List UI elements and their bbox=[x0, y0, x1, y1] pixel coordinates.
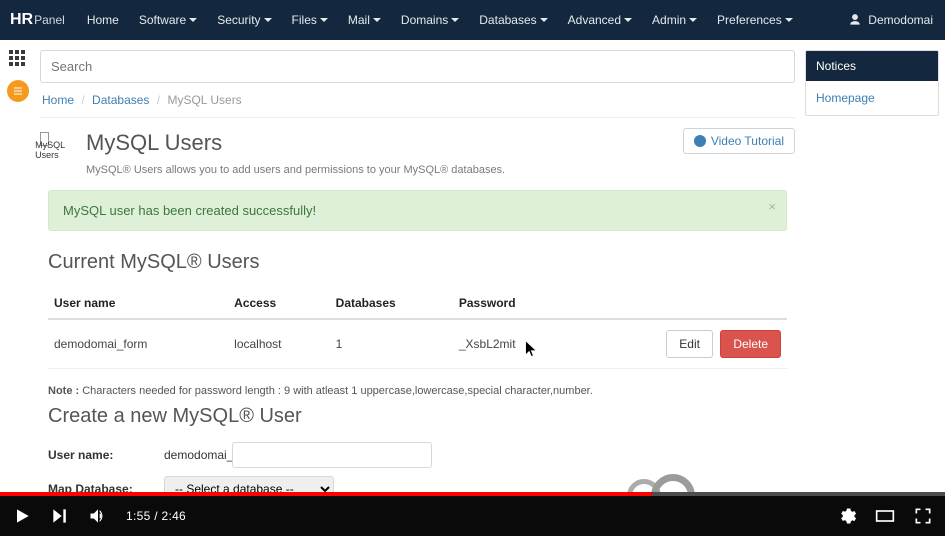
nav-mail[interactable]: Mail bbox=[340, 0, 389, 40]
users-table: User name Access Databases Password demo… bbox=[48, 288, 787, 369]
chevron-down-icon bbox=[264, 18, 272, 22]
nav-advanced[interactable]: Advanced bbox=[560, 0, 640, 40]
nav-security[interactable]: Security bbox=[209, 0, 279, 40]
nav-admin[interactable]: Admin bbox=[644, 0, 705, 40]
col-databases: Databases bbox=[330, 288, 453, 319]
username-prefix: demodomai_ bbox=[164, 448, 233, 462]
breadcrumb-databases[interactable]: Databases bbox=[92, 93, 149, 107]
apps-grid-icon[interactable] bbox=[9, 50, 27, 68]
volume-icon bbox=[88, 506, 108, 526]
edit-button[interactable]: Edit bbox=[666, 330, 713, 358]
map-database-select[interactable]: -- Select a database -- bbox=[164, 476, 334, 492]
col-access: Access bbox=[228, 288, 330, 319]
watermark-logo: Unlimited bbox=[627, 474, 695, 492]
next-button[interactable] bbox=[50, 506, 70, 526]
user-icon bbox=[848, 13, 862, 27]
top-nav: HR Panel Home Software Security Files Ma… bbox=[0, 0, 945, 40]
settings-button[interactable] bbox=[837, 506, 857, 526]
play-button[interactable] bbox=[12, 506, 32, 526]
chevron-down-icon bbox=[785, 18, 793, 22]
fullscreen-icon bbox=[913, 506, 933, 526]
nav-user-name: Demodomai bbox=[868, 13, 933, 27]
cell-username: demodomai_form bbox=[48, 319, 228, 369]
video-controls: 1:55 / 2:46 bbox=[0, 496, 945, 536]
success-alert: MySQL user has been created successfully… bbox=[48, 190, 787, 231]
chevron-down-icon bbox=[451, 18, 459, 22]
theater-icon bbox=[875, 506, 895, 526]
alert-close-icon[interactable]: × bbox=[768, 199, 776, 214]
current-users-heading: Current MySQL® Users bbox=[48, 251, 787, 274]
map-database-label: Map Database: bbox=[48, 482, 164, 492]
play-icon bbox=[12, 506, 32, 526]
next-icon bbox=[50, 506, 70, 526]
breadcrumb-current: MySQL Users bbox=[167, 93, 241, 107]
homepage-link[interactable]: Homepage bbox=[816, 91, 875, 105]
nav-user-menu[interactable]: Demodomai bbox=[848, 13, 933, 27]
video-tutorial-button[interactable]: Video Tutorial bbox=[683, 128, 795, 154]
nav-preferences[interactable]: Preferences bbox=[709, 0, 801, 40]
page-title: MySQL Users bbox=[86, 130, 222, 156]
brand-logo[interactable]: HR Panel bbox=[10, 11, 65, 29]
chevron-down-icon bbox=[320, 18, 328, 22]
chevron-down-icon bbox=[689, 18, 697, 22]
play-circle-icon bbox=[694, 135, 706, 147]
table-row: demodomai_form localhost 1 _XsbL2mit Edi… bbox=[48, 319, 787, 369]
breadcrumb: Home / Databases / MySQL Users bbox=[42, 93, 793, 107]
volume-button[interactable] bbox=[88, 506, 108, 526]
gear-icon bbox=[837, 506, 857, 526]
breadcrumb-home[interactable]: Home bbox=[42, 93, 74, 107]
chevron-down-icon bbox=[189, 18, 197, 22]
orange-circle-icon[interactable] bbox=[7, 80, 29, 102]
delete-button[interactable]: Delete bbox=[720, 330, 781, 358]
page-subtitle: MySQL® Users allows you to add users and… bbox=[86, 164, 795, 176]
fullscreen-button[interactable] bbox=[913, 506, 933, 526]
chevron-down-icon bbox=[540, 18, 548, 22]
nav-home[interactable]: Home bbox=[79, 0, 127, 40]
cell-access: localhost bbox=[228, 319, 330, 369]
nav-databases[interactable]: Databases bbox=[471, 0, 555, 40]
username-input[interactable] bbox=[232, 442, 432, 468]
cell-password: _XsbL2mit bbox=[453, 319, 570, 369]
chevron-down-icon bbox=[624, 18, 632, 22]
search-input[interactable] bbox=[40, 50, 795, 83]
brand-bold: HR bbox=[10, 11, 33, 29]
broken-image-icon: MySQL Users bbox=[40, 128, 84, 160]
brand-rest: Panel bbox=[34, 13, 65, 27]
username-label: User name: bbox=[48, 448, 164, 462]
create-user-heading: Create a new MySQL® User bbox=[48, 405, 787, 428]
notices-card: Notices Homepage bbox=[805, 50, 939, 116]
col-username: User name bbox=[48, 288, 228, 319]
nav-software[interactable]: Software bbox=[131, 0, 205, 40]
cell-databases: 1 bbox=[330, 319, 453, 369]
theater-mode-button[interactable] bbox=[875, 506, 895, 526]
notices-header: Notices bbox=[806, 51, 938, 81]
col-password: Password bbox=[453, 288, 570, 319]
nav-domains[interactable]: Domains bbox=[393, 0, 467, 40]
video-time: 1:55 / 2:46 bbox=[126, 509, 186, 523]
left-rail bbox=[0, 40, 36, 492]
chevron-down-icon bbox=[373, 18, 381, 22]
nav-files[interactable]: Files bbox=[284, 0, 336, 40]
password-note: Note : Characters needed for password le… bbox=[48, 385, 787, 397]
